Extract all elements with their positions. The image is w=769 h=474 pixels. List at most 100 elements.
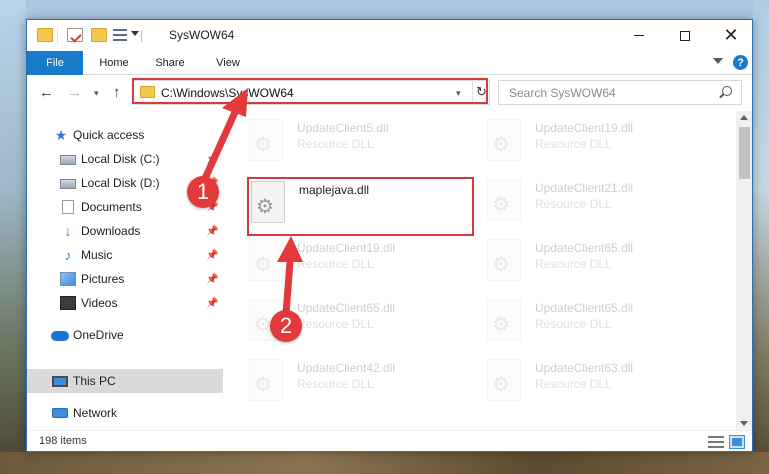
search-input[interactable]: Search SysWOW64 <box>498 80 742 105</box>
pictures-icon <box>60 272 76 286</box>
file-name: UpdateClient65.dll <box>535 301 634 315</box>
file-type: Resource DLL <box>535 137 612 151</box>
tab-share[interactable]: Share <box>145 51 195 75</box>
disk-icon <box>60 179 76 189</box>
sidebar-item-label: Pictures <box>81 272 125 286</box>
file-name: UpdateClient19.dll <box>535 121 634 135</box>
dll-file-icon <box>487 179 521 221</box>
sidebar-item-quick-access[interactable]: ★ Quick access <box>27 123 223 147</box>
pin-icon: 📌 <box>206 297 219 309</box>
file-type: Resource DLL <box>297 137 374 151</box>
file-list: UpdateClient5.dll Resource DLL UpdateCli… <box>235 111 735 430</box>
sidebar-item-network[interactable]: Network <box>27 401 223 425</box>
music-icon: ♪ <box>64 247 72 263</box>
pin-icon: 📌 <box>206 273 219 285</box>
tab-file[interactable]: File <box>27 51 83 75</box>
file-item[interactable]: UpdateClient63.dll Resource DLL <box>487 357 717 415</box>
sidebar-item-music[interactable]: ♪ Music 📌 <box>27 243 223 267</box>
sidebar-item-label: This PC <box>73 374 116 388</box>
desktop-background-right <box>753 0 769 474</box>
tab-home[interactable]: Home <box>89 51 139 75</box>
tab-view[interactable]: View <box>203 51 253 75</box>
dll-file-icon <box>487 299 521 341</box>
file-item[interactable]: UpdateClient65.dll Resource DLL <box>487 237 717 295</box>
dll-file-icon <box>487 119 521 161</box>
sidebar-item-label: Documents <box>81 200 142 214</box>
view-options-icon[interactable] <box>113 29 127 41</box>
sidebar-item-videos[interactable]: Videos 📌 <box>27 291 223 315</box>
sidebar-item-local-disk-c[interactable]: Local Disk (C:) 📌 <box>27 147 223 171</box>
file-name: UpdateClient42.dll <box>297 361 396 375</box>
step-1-badge: 1 <box>187 176 219 208</box>
pin-icon: 📌 <box>206 225 219 237</box>
address-row: ← → ▾ ↑ C:\Windows\SysWOW64 ▾ ↻ Search S… <box>27 75 752 111</box>
back-arrow-icon[interactable]: ← <box>39 85 54 100</box>
customize-toolbar-chevron-icon[interactable] <box>131 31 139 36</box>
file-item[interactable]: UpdateClient42.dll Resource DLL <box>249 357 479 415</box>
search-icon[interactable] <box>722 86 732 96</box>
file-item[interactable]: UpdateClient5.dll Resource DLL <box>249 117 479 175</box>
recent-locations-chevron-icon[interactable]: ▾ <box>94 86 99 101</box>
cloud-icon <box>51 331 69 341</box>
file-type: Resource DLL <box>535 377 612 391</box>
file-type: Resource DLL <box>535 317 612 331</box>
file-type: Resource DLL <box>535 257 612 271</box>
file-item[interactable]: UpdateClient19.dll Resource DLL <box>249 237 479 295</box>
details-view-icon[interactable] <box>708 436 724 448</box>
large-icons-view-icon[interactable] <box>729 435 745 449</box>
file-name: UpdateClient21.dll <box>535 181 634 195</box>
step-2-badge: 2 <box>270 310 302 342</box>
sidebar-item-this-pc[interactable]: This PC <box>27 369 223 393</box>
sidebar-item-label: Videos <box>81 296 118 310</box>
ribbon-tabs: File Home Share View ? <box>27 51 752 75</box>
maximize-button[interactable] <box>662 20 708 51</box>
file-item[interactable]: UpdateClient65.dll Resource DLL <box>487 297 717 355</box>
pin-icon: 📌 <box>206 249 219 261</box>
sidebar-item-label: OneDrive <box>73 328 124 342</box>
dll-file-icon <box>249 239 283 281</box>
address-highlight-box <box>132 78 488 104</box>
file-name: UpdateClient19.dll <box>297 241 396 255</box>
documents-icon <box>62 200 74 214</box>
dll-file-icon <box>487 239 521 281</box>
scroll-up-arrow-icon[interactable] <box>740 115 748 120</box>
file-explorer-window: SysWOW64 ✕ File Home Share View ? ← → ▾ … <box>26 19 753 452</box>
sidebar-item-pictures[interactable]: Pictures 📌 <box>27 267 223 291</box>
minimize-icon <box>634 35 644 36</box>
sidebar-item-label: Local Disk (C:) <box>81 152 160 166</box>
dll-file-icon <box>249 359 283 401</box>
up-arrow-icon[interactable]: ↑ <box>113 85 121 100</box>
disk-icon <box>60 155 76 165</box>
forward-arrow-icon[interactable]: → <box>67 85 82 100</box>
file-type: Resource DLL <box>297 317 374 331</box>
file-item[interactable]: UpdateClient19.dll Resource DLL <box>487 117 717 175</box>
file-name: UpdateClient5.dll <box>297 121 389 135</box>
help-icon[interactable]: ? <box>733 55 748 70</box>
sidebar-item-downloads[interactable]: ↓ Downloads 📌 <box>27 219 223 243</box>
expand-ribbon-chevron-icon[interactable] <box>713 58 723 64</box>
pin-icon: 📌 <box>206 153 219 165</box>
dll-file-icon <box>249 119 283 161</box>
title-separator <box>141 30 142 42</box>
new-folder-icon[interactable] <box>91 28 107 42</box>
sidebar-item-label: Network <box>73 406 118 420</box>
file-item[interactable]: UpdateClient21.dll Resource DLL <box>487 177 717 235</box>
close-button[interactable]: ✕ <box>708 20 752 51</box>
scroll-thumb[interactable] <box>739 127 750 179</box>
sidebar-item-label: Local Disk (D:) <box>81 176 160 190</box>
item-count: 198 items <box>39 435 87 447</box>
scroll-down-arrow-icon[interactable] <box>740 421 748 426</box>
vertical-scrollbar[interactable] <box>736 111 752 430</box>
file-highlight-box <box>247 177 474 236</box>
navigation-pane: ★ Quick access Local Disk (C:) 📌 Local D… <box>27 111 223 430</box>
file-type: Resource DLL <box>297 257 374 271</box>
minimize-button[interactable] <box>616 20 662 51</box>
properties-icon[interactable] <box>67 28 83 42</box>
video-icon <box>60 296 76 310</box>
file-name: UpdateClient63.dll <box>535 361 634 375</box>
window-title: SysWOW64 <box>169 28 235 42</box>
maximize-icon <box>680 30 690 41</box>
status-bar: 198 items <box>27 430 752 451</box>
sidebar-item-onedrive[interactable]: OneDrive <box>27 323 223 347</box>
file-name: UpdateClient65.dll <box>535 241 634 255</box>
